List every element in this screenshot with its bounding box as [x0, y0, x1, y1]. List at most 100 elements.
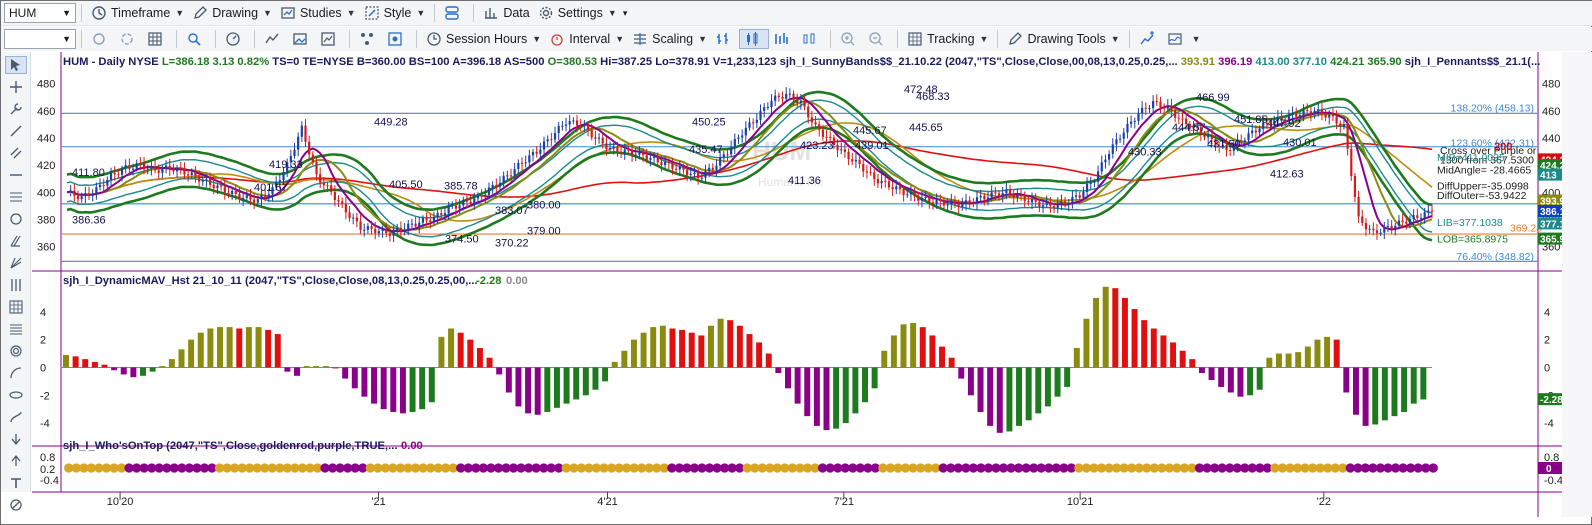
candle-body	[1067, 203, 1070, 205]
osc1-axis-tick: -4	[40, 418, 50, 430]
crosshair-icon	[10, 81, 22, 93]
candle-body	[337, 200, 340, 202]
candle-body	[1379, 232, 1382, 234]
toolbar-separator	[434, 4, 436, 22]
network-button[interactable]	[355, 29, 383, 49]
grid-button[interactable]	[143, 29, 171, 49]
scaling-menu[interactable]: Scaling ▼	[628, 29, 711, 49]
studies-menu[interactable]: Studies ▼	[276, 3, 360, 23]
arrow-down-tool[interactable]	[5, 430, 27, 448]
grid-tool[interactable]	[5, 298, 27, 316]
refresh-button[interactable]	[87, 29, 115, 49]
ellipse-tool[interactable]	[5, 386, 27, 404]
candle-body	[341, 201, 344, 204]
session-hours-menu[interactable]: Session Hours ▼	[422, 29, 545, 49]
drawing-menu[interactable]: Drawing ▼	[188, 3, 276, 23]
candle-body	[98, 184, 102, 187]
candle-body	[190, 172, 193, 175]
layout-button[interactable]	[440, 3, 468, 23]
candle-body	[242, 197, 245, 200]
trendline-tool[interactable]	[5, 122, 27, 140]
data-menu[interactable]: Data	[479, 3, 533, 23]
price-annotation: 423.23	[800, 140, 834, 152]
vertical-lines-tool[interactable]	[5, 276, 27, 294]
candle-body	[774, 95, 777, 101]
lines-tool[interactable]	[5, 320, 27, 338]
curve-tool[interactable]	[5, 408, 27, 426]
overflow-caret-icon[interactable]: ▾	[623, 8, 628, 19]
symbol-input[interactable]: HUM ▼	[4, 3, 76, 23]
toolbar-separator	[81, 30, 82, 48]
candle-body	[766, 106, 769, 108]
osc1-bar	[390, 367, 397, 412]
style-menu[interactable]: Style ▼	[360, 3, 430, 23]
candle-chart-button[interactable]	[739, 29, 770, 49]
spiral-tool[interactable]	[5, 342, 27, 360]
eraser-tool[interactable]	[5, 496, 27, 514]
chevron-down-icon: ▼	[416, 8, 426, 18]
candle-body	[1251, 130, 1254, 134]
candle-body	[741, 135, 744, 138]
bar-chart-button[interactable]	[711, 29, 739, 49]
reload-button[interactable]	[115, 29, 143, 49]
fib-level-label: 76.40% (348.82)	[1456, 251, 1534, 263]
osc1-bar	[1006, 367, 1013, 432]
line-chart-button[interactable]	[260, 29, 288, 49]
hl-chart-button[interactable]	[769, 29, 797, 49]
analysis-menu[interactable]: ▼	[1163, 29, 1205, 49]
candle-body	[752, 122, 755, 124]
timeframe-label: Timeframe	[111, 6, 171, 20]
add-study-button[interactable]	[1135, 29, 1163, 49]
trendline-icon	[10, 125, 22, 137]
lines-icon	[10, 324, 22, 335]
osc1-bar	[111, 367, 118, 371]
candle-body	[469, 201, 472, 204]
osc1-bar	[1035, 367, 1042, 414]
timeframe-menu[interactable]: Timeframe ▼	[87, 3, 188, 23]
drawing-tools-menu[interactable]: Drawing Tools ▼	[1003, 29, 1123, 49]
osc1-bar	[467, 339, 474, 368]
settings-menu[interactable]: Settings ▼	[534, 3, 621, 23]
zoom-in-button[interactable]	[836, 29, 864, 49]
text-tool[interactable]	[5, 474, 27, 492]
fib-tool[interactable]	[5, 188, 27, 206]
interval-input[interactable]: ▼	[4, 29, 76, 49]
interval-menu[interactable]: Interval ▼	[545, 29, 628, 49]
candle-body	[168, 165, 171, 170]
arc-tool[interactable]	[5, 364, 27, 382]
candle-body	[1030, 199, 1034, 203]
candle2-chart-button[interactable]	[797, 29, 825, 49]
image-button[interactable]	[288, 29, 316, 49]
osc1-bar	[1016, 367, 1023, 426]
pane-button[interactable]	[316, 29, 344, 49]
gann-tool[interactable]	[5, 254, 27, 272]
gauge-icon	[226, 32, 240, 46]
arrow-up-tool[interactable]	[5, 452, 27, 470]
channel-tool[interactable]	[5, 144, 27, 162]
candle-body	[1247, 133, 1250, 141]
tracking-menu[interactable]: Tracking ▼	[903, 29, 992, 49]
speed-button[interactable]	[221, 29, 249, 49]
price-chart[interactable]: 4804804604604404404204204004003803803603…	[32, 52, 1562, 517]
format-button[interactable]	[383, 29, 411, 49]
candle-body	[319, 174, 322, 183]
study-annotation: MIB=411.0035	[1437, 152, 1505, 164]
pointer-tool[interactable]	[5, 56, 27, 74]
crosshair-tool[interactable]	[5, 78, 27, 96]
osc1-bar	[332, 367, 339, 369]
osc1-bar	[525, 367, 532, 414]
zoom-chart-button[interactable]	[182, 29, 210, 49]
toolbar-separator	[897, 30, 899, 48]
candle-body	[796, 99, 799, 104]
wrench-tool[interactable]	[5, 100, 27, 118]
osc1-bar	[303, 366, 310, 368]
osc1-bar	[746, 334, 753, 368]
pitchfork-tool[interactable]	[5, 232, 27, 250]
osc1-bar	[900, 324, 907, 368]
zoom-out-button[interactable]	[864, 29, 892, 49]
right-price-axis[interactable]	[1562, 52, 1592, 517]
candle-body	[183, 168, 186, 175]
horizontal-line-tool[interactable]	[5, 166, 27, 184]
osc1-bar	[1285, 353, 1292, 368]
cycle-tool[interactable]	[5, 210, 27, 228]
